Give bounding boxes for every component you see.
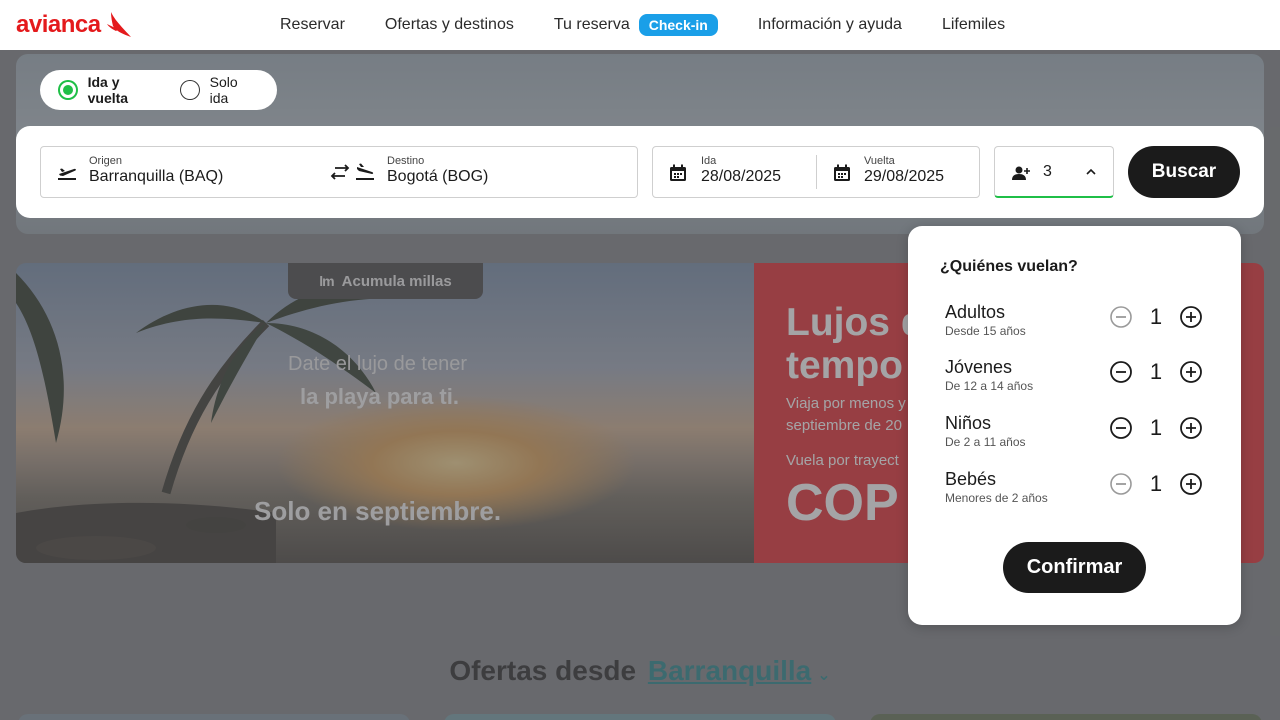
- youth-stepper: 1: [1109, 359, 1203, 385]
- dates-field: Ida 28/08/2025 Vuelta 29/08/2025: [652, 146, 980, 198]
- nav-label: Ofertas y destinos: [384, 16, 514, 33]
- origin-value: Barranquilla (BAQ): [89, 168, 224, 185]
- destination-field[interactable]: Destino Bogotá (BOG): [387, 155, 488, 186]
- nav-label: Reservar: [280, 16, 345, 33]
- children-count: 1: [1149, 415, 1163, 440]
- passenger-row-infants: Bebés Menores de 2 años 1: [945, 469, 1215, 509]
- passengers-popover: ¿Quiénes vuelan? Adultos Desde 15 años 1…: [908, 226, 1241, 625]
- date-divider: [816, 155, 817, 189]
- bird-logo-icon: [106, 12, 131, 37]
- youth-count: 1: [1149, 359, 1163, 384]
- destination-label: Destino: [387, 155, 425, 167]
- one-way-radio[interactable]: [180, 80, 200, 100]
- popover-title: ¿Quiénes vuelan?: [940, 258, 1078, 275]
- depart-date-field[interactable]: Ida 28/08/2025: [701, 155, 781, 186]
- nav-label: Tu reserva: [553, 16, 630, 33]
- tag-label: Acumula millas: [341, 272, 452, 290]
- checkin-badge[interactable]: Check-in: [638, 14, 718, 36]
- banner-line-1: Date el lujo de tener: [288, 353, 468, 375]
- confirm-button[interactable]: Confirmar: [1003, 542, 1146, 593]
- trip-type-selector: Ida y vuelta Solo ida: [40, 70, 277, 110]
- banner-line-3: Solo en septiembre.: [254, 496, 502, 526]
- flight-search-form: Origen Barranquilla (BAQ) Destino Bogotá…: [16, 126, 1264, 218]
- logo-text: avianca: [16, 11, 101, 38]
- adults-stepper: 1: [1109, 304, 1203, 330]
- children-stepper: 1: [1109, 415, 1203, 441]
- red-sub-line-1: Viaja por menos y: [786, 395, 906, 412]
- calendar-icon: [834, 164, 850, 181]
- offers-heading: Ofertas desde Barranquilla ⌄: [0, 655, 1280, 687]
- return-value: 29/08/2025: [864, 168, 945, 185]
- offer-card[interactable]: [870, 714, 1262, 720]
- red-panel-price: COP: [786, 474, 899, 532]
- origin-label: Origen: [89, 155, 123, 167]
- swap-icon[interactable]: [329, 161, 351, 183]
- plus-icon[interactable]: [1179, 416, 1203, 440]
- depart-label: Ida: [701, 155, 717, 167]
- infants-stepper: 1: [1109, 471, 1203, 497]
- nav-informacion[interactable]: Información y ayuda: [758, 16, 902, 34]
- main-nav: Reservar Ofertas y destinos Tu reserva C…: [280, 0, 1045, 50]
- minus-icon[interactable]: [1109, 472, 1133, 496]
- banner-line-2: la playa para ti.: [300, 384, 459, 409]
- top-header: avianca Reservar Ofertas y destinos Tu r…: [0, 0, 1280, 50]
- landing-icon: [356, 163, 374, 180]
- accumulate-miles-tag: lm Acumula millas: [288, 263, 483, 299]
- nav-tu-reserva[interactable]: Tu reserva Check-in: [554, 14, 718, 36]
- depart-value: 28/08/2025: [701, 168, 782, 185]
- plus-icon[interactable]: [1179, 472, 1203, 496]
- return-label: Vuelta: [864, 155, 895, 167]
- passenger-row-children: Niños De 2 a 11 años 1: [945, 413, 1215, 453]
- avianca-logo[interactable]: avianca: [16, 10, 133, 40]
- red-panel-subtitle: Viaja por menos y septiembre de 20: [786, 393, 906, 437]
- chevron-down-icon[interactable]: ⌄: [817, 667, 830, 684]
- chevron-up-icon: [1086, 168, 1096, 175]
- search-button[interactable]: Buscar: [1128, 146, 1240, 198]
- minus-icon[interactable]: [1109, 305, 1133, 329]
- minus-icon[interactable]: [1109, 416, 1133, 440]
- passengers-field[interactable]: 3: [994, 146, 1114, 198]
- offers-prefix: Ofertas desde: [449, 655, 637, 686]
- nav-label: Información y ayuda: [757, 16, 902, 33]
- offers-city-link[interactable]: Barranquilla: [648, 655, 811, 686]
- plus-icon[interactable]: [1179, 305, 1203, 329]
- red-panel-from: Vuela por trayect: [786, 452, 899, 469]
- infants-count: 1: [1149, 471, 1163, 496]
- passengers-count: 3: [1043, 163, 1052, 180]
- origin-destination-field: Origen Barranquilla (BAQ) Destino Bogotá…: [40, 146, 638, 198]
- offer-card[interactable]: [444, 714, 836, 720]
- one-way-label[interactable]: Solo ida: [210, 74, 259, 106]
- passenger-row-youth: Jóvenes De 12 a 14 años 1: [945, 357, 1215, 397]
- round-trip-label[interactable]: Ida y vuelta: [88, 74, 162, 106]
- origin-field[interactable]: Origen Barranquilla (BAQ): [89, 155, 223, 186]
- plus-icon[interactable]: [1179, 360, 1203, 384]
- takeoff-icon: [58, 168, 76, 180]
- calendar-icon: [670, 164, 686, 181]
- add-person-icon: [1012, 166, 1030, 180]
- passenger-row-adults: Adultos Desde 15 años 1: [945, 302, 1215, 342]
- offer-card[interactable]: [18, 714, 410, 720]
- destination-value: Bogotá (BOG): [387, 168, 489, 185]
- red-sub-line-2: septiembre de 20: [786, 417, 902, 434]
- nav-label: Lifemiles: [941, 16, 1006, 33]
- nav-reservar[interactable]: Reservar: [280, 16, 345, 34]
- lifemiles-icon: lm: [319, 273, 334, 289]
- return-date-field[interactable]: Vuelta 29/08/2025: [864, 155, 944, 186]
- minus-icon[interactable]: [1109, 360, 1133, 384]
- round-trip-radio[interactable]: [58, 80, 78, 100]
- adults-count: 1: [1149, 304, 1163, 329]
- nav-ofertas[interactable]: Ofertas y destinos: [385, 16, 514, 34]
- nav-lifemiles[interactable]: Lifemiles: [942, 16, 1005, 34]
